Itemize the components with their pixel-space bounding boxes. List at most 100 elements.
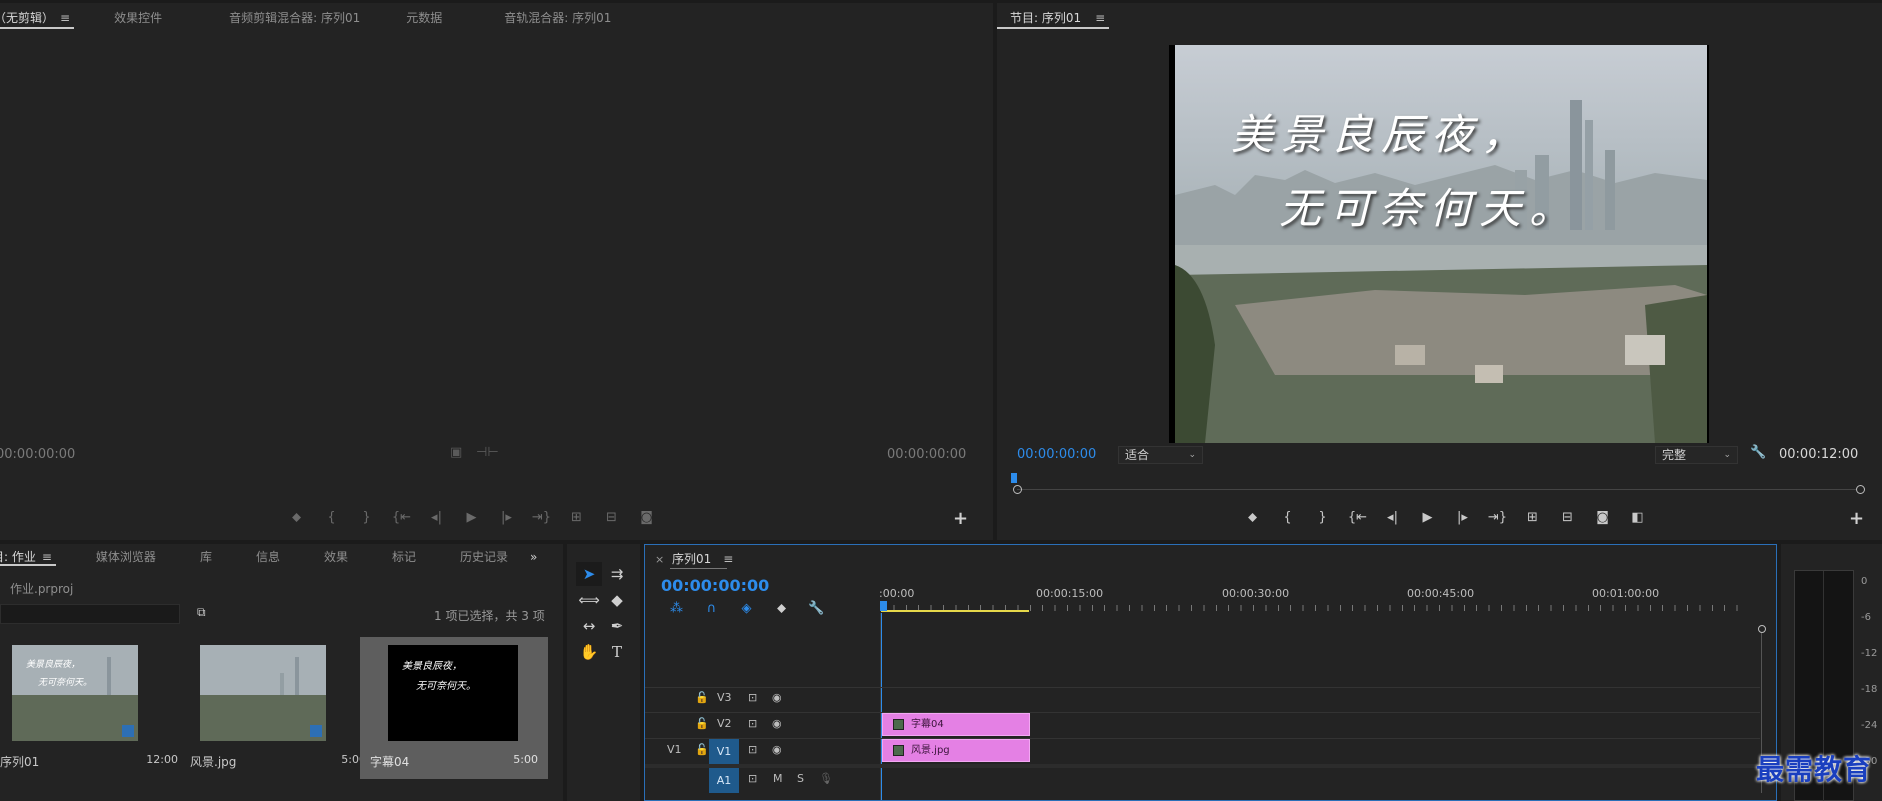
- clip-image[interactable]: 风景.jpg: [882, 739, 1030, 762]
- quality-dropdown[interactable]: 完整 ⌄: [1655, 446, 1738, 464]
- go-to-in-icon[interactable]: {⇤: [1340, 510, 1375, 525]
- tab-effects[interactable]: 效果: [302, 544, 370, 570]
- zoom-handle-left[interactable]: [1013, 485, 1022, 494]
- tab-source[interactable]: （无剪辑） ≡: [0, 3, 92, 33]
- timeline-settings-icon[interactable]: 🔧: [799, 601, 834, 616]
- program-timecode[interactable]: 00:00:00:00: [1017, 447, 1096, 462]
- step-forward-icon[interactable]: |▸: [1445, 510, 1480, 525]
- export-frame-icon[interactable]: ◙: [629, 510, 664, 525]
- step-back-icon[interactable]: ◂|: [1375, 510, 1410, 525]
- mute-button[interactable]: M: [773, 772, 783, 785]
- tab-media-browser[interactable]: 媒体浏览器: [74, 544, 178, 570]
- sync-icon[interactable]: ⊡: [748, 743, 757, 756]
- lock-icon[interactable]: 🔓: [695, 743, 709, 756]
- overwrite-icon[interactable]: ⊟: [594, 510, 629, 525]
- go-to-out-icon[interactable]: ⇥}: [1480, 510, 1515, 525]
- wrench-icon[interactable]: 🔧: [1750, 445, 1766, 460]
- timeline-title[interactable]: 序列01 ≡: [672, 550, 733, 567]
- step-forward-icon[interactable]: |▸: [489, 510, 524, 525]
- tab-library[interactable]: 库: [178, 544, 234, 570]
- track-a1[interactable]: A1 ⊡ M S 🎙: [645, 768, 875, 793]
- marker-icon[interactable]: ⬥: [1235, 510, 1270, 525]
- lock-icon[interactable]: 🔓: [695, 691, 709, 704]
- add-marker-icon[interactable]: ⬥: [764, 601, 799, 616]
- project-item-sequence[interactable]: 美景良辰夜， 无可奈何天。 序列01 12:00: [0, 637, 188, 779]
- mark-out-icon[interactable]: }: [349, 510, 384, 525]
- timeline-timecode[interactable]: 00:00:00:00: [661, 576, 769, 595]
- ripple-edit-tool-icon[interactable]: ⟺: [576, 588, 602, 612]
- linked-selection-icon[interactable]: ◈: [729, 601, 764, 616]
- time-ruler[interactable]: :00:00 00:00:15:00 00:00:30:00 00:00:45:…: [879, 583, 1741, 613]
- mark-in-icon[interactable]: {: [1270, 510, 1305, 525]
- sync-icon[interactable]: ⊡: [748, 691, 757, 704]
- marker-icon[interactable]: ⬥: [279, 510, 314, 525]
- panel-menu-icon[interactable]: ≡: [42, 550, 52, 564]
- clip-title[interactable]: 字幕04: [882, 713, 1030, 736]
- playhead-marker[interactable]: [1011, 473, 1017, 483]
- eye-icon[interactable]: ◉: [772, 743, 782, 756]
- tab-audio-track-mixer[interactable]: 音轨混合器: 序列01: [464, 3, 633, 33]
- lift-icon[interactable]: ⊞: [1515, 510, 1550, 525]
- source-marker-icon[interactable]: ▣: [450, 445, 462, 460]
- go-to-in-icon[interactable]: {⇤: [384, 510, 419, 525]
- work-area-bar[interactable]: [881, 610, 1029, 612]
- scroll-handle-top[interactable]: [1758, 625, 1766, 633]
- tab-project[interactable]: 目: 作业 ≡: [0, 544, 74, 570]
- panel-menu-icon[interactable]: ≡: [60, 11, 70, 25]
- track-v2[interactable]: 🔓 V2 ⊡ ◉: [645, 713, 875, 738]
- timeline-close-icon[interactable]: ×: [655, 553, 664, 566]
- tab-markers[interactable]: 标记: [370, 544, 438, 570]
- export-frame-icon[interactable]: ◙: [1585, 510, 1620, 525]
- mark-in-icon[interactable]: {: [314, 510, 349, 525]
- snap-icon[interactable]: ∩: [694, 601, 729, 616]
- insert-icon[interactable]: ⊞: [559, 510, 594, 525]
- compare-icon[interactable]: ◧: [1620, 510, 1655, 525]
- panel-menu-icon[interactable]: ≡: [723, 552, 733, 566]
- hand-tool-icon[interactable]: ✋: [576, 640, 602, 664]
- razor-tool-icon[interactable]: ◆: [604, 588, 630, 612]
- pen-tool-icon[interactable]: ✒: [604, 614, 630, 638]
- tab-program[interactable]: 节目: 序列01 ≡: [997, 3, 1127, 33]
- lock-icon[interactable]: 🔓: [695, 717, 709, 730]
- new-bin-icon[interactable]: ⧉: [197, 605, 206, 620]
- track-v1[interactable]: V1 🔓 V1 ⊡ ◉: [645, 739, 875, 764]
- sync-icon[interactable]: ⊡: [748, 717, 757, 730]
- project-item-title[interactable]: 美景良辰夜， 无可奈何天。 字幕04 5:00: [360, 637, 548, 779]
- program-frame[interactable]: 美景良辰夜， 无可奈何天。: [1169, 45, 1709, 443]
- microphone-icon[interactable]: 🎙: [819, 772, 833, 785]
- tab-info[interactable]: 信息: [234, 544, 302, 570]
- panel-menu-icon[interactable]: ≡: [1095, 11, 1105, 25]
- play-icon[interactable]: ▶: [454, 510, 489, 525]
- source-insert-icon[interactable]: ⊣⊢: [476, 445, 499, 460]
- track-v3[interactable]: 🔓 V3 ⊡ ◉: [645, 687, 875, 712]
- go-to-out-icon[interactable]: ⇥}: [524, 510, 559, 525]
- play-icon[interactable]: ▶: [1410, 510, 1445, 525]
- extract-icon[interactable]: ⊟: [1550, 510, 1585, 525]
- program-scrub-bar[interactable]: [1011, 473, 1865, 497]
- source-patch-label[interactable]: V1: [667, 743, 682, 756]
- playhead[interactable]: [880, 601, 887, 611]
- eye-icon[interactable]: ◉: [772, 717, 782, 730]
- eye-icon[interactable]: ◉: [772, 691, 782, 704]
- track-select-tool-icon[interactable]: ⇉: [604, 562, 630, 586]
- mark-out-icon[interactable]: }: [1305, 510, 1340, 525]
- tab-metadata[interactable]: 元数据: [382, 3, 464, 33]
- search-input[interactable]: [0, 604, 180, 624]
- tab-audio-clip-mixer[interactable]: 音频剪辑混合器: 序列01: [184, 3, 382, 33]
- tab-history[interactable]: 历史记录: [438, 544, 530, 570]
- add-button[interactable]: +: [953, 508, 968, 529]
- nest-icon[interactable]: ⁂: [659, 601, 694, 616]
- type-tool-icon[interactable]: T: [604, 640, 630, 664]
- sync-icon[interactable]: ⊡: [748, 772, 757, 785]
- add-button[interactable]: +: [1849, 508, 1864, 529]
- source-timecode-in[interactable]: 00:00:00:00: [0, 447, 75, 462]
- tab-effect-controls[interactable]: 效果控件: [92, 3, 184, 33]
- selection-tool-icon[interactable]: ➤: [576, 562, 602, 586]
- project-item-image[interactable]: 风景.jpg 5:00: [190, 637, 376, 779]
- step-back-icon[interactable]: ◂|: [419, 510, 454, 525]
- solo-button[interactable]: S: [797, 772, 804, 785]
- more-tabs-icon[interactable]: »: [530, 544, 559, 570]
- zoom-handle-right[interactable]: [1856, 485, 1865, 494]
- zoom-dropdown[interactable]: 适合 ⌄: [1118, 446, 1203, 464]
- slip-tool-icon[interactable]: ↔: [576, 614, 602, 638]
